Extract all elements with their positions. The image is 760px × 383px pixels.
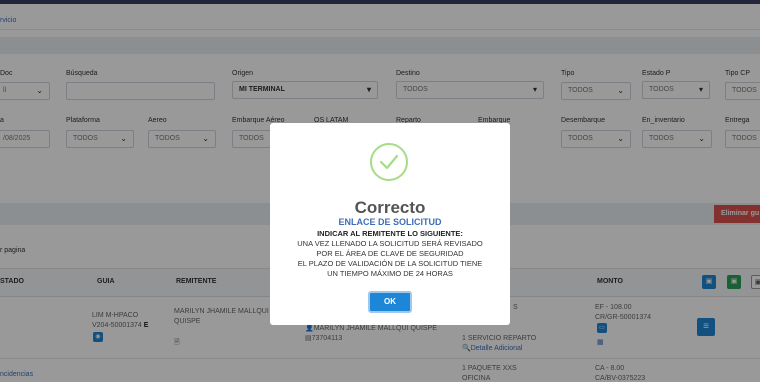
dialog-instruction: INDICAR AL REMITENTE LO SIGUIENTE: — [317, 229, 463, 238]
dialog-title: Correcto — [354, 198, 426, 217]
dialog-body-line-3: EL PLAZO DE VALIDACIÓN DE LA SOLICITUD T… — [297, 259, 483, 268]
dialog-body-line-4: UN TIEMPO MÁXIMO DE 24 HORAS — [327, 269, 453, 278]
dialog-body-line-1: UNA VEZ LLENADO LA SOLICITUD SERÁ REVISA… — [297, 239, 483, 248]
dialog-body-line-2: POR EL ÁREA DE CLAVE DE SEGURIDAD — [316, 249, 464, 258]
success-check-icon — [370, 143, 408, 181]
dialog-subtitle: ENLACE DE SOLICITUD — [338, 217, 442, 227]
ok-button[interactable]: OK — [368, 291, 412, 313]
